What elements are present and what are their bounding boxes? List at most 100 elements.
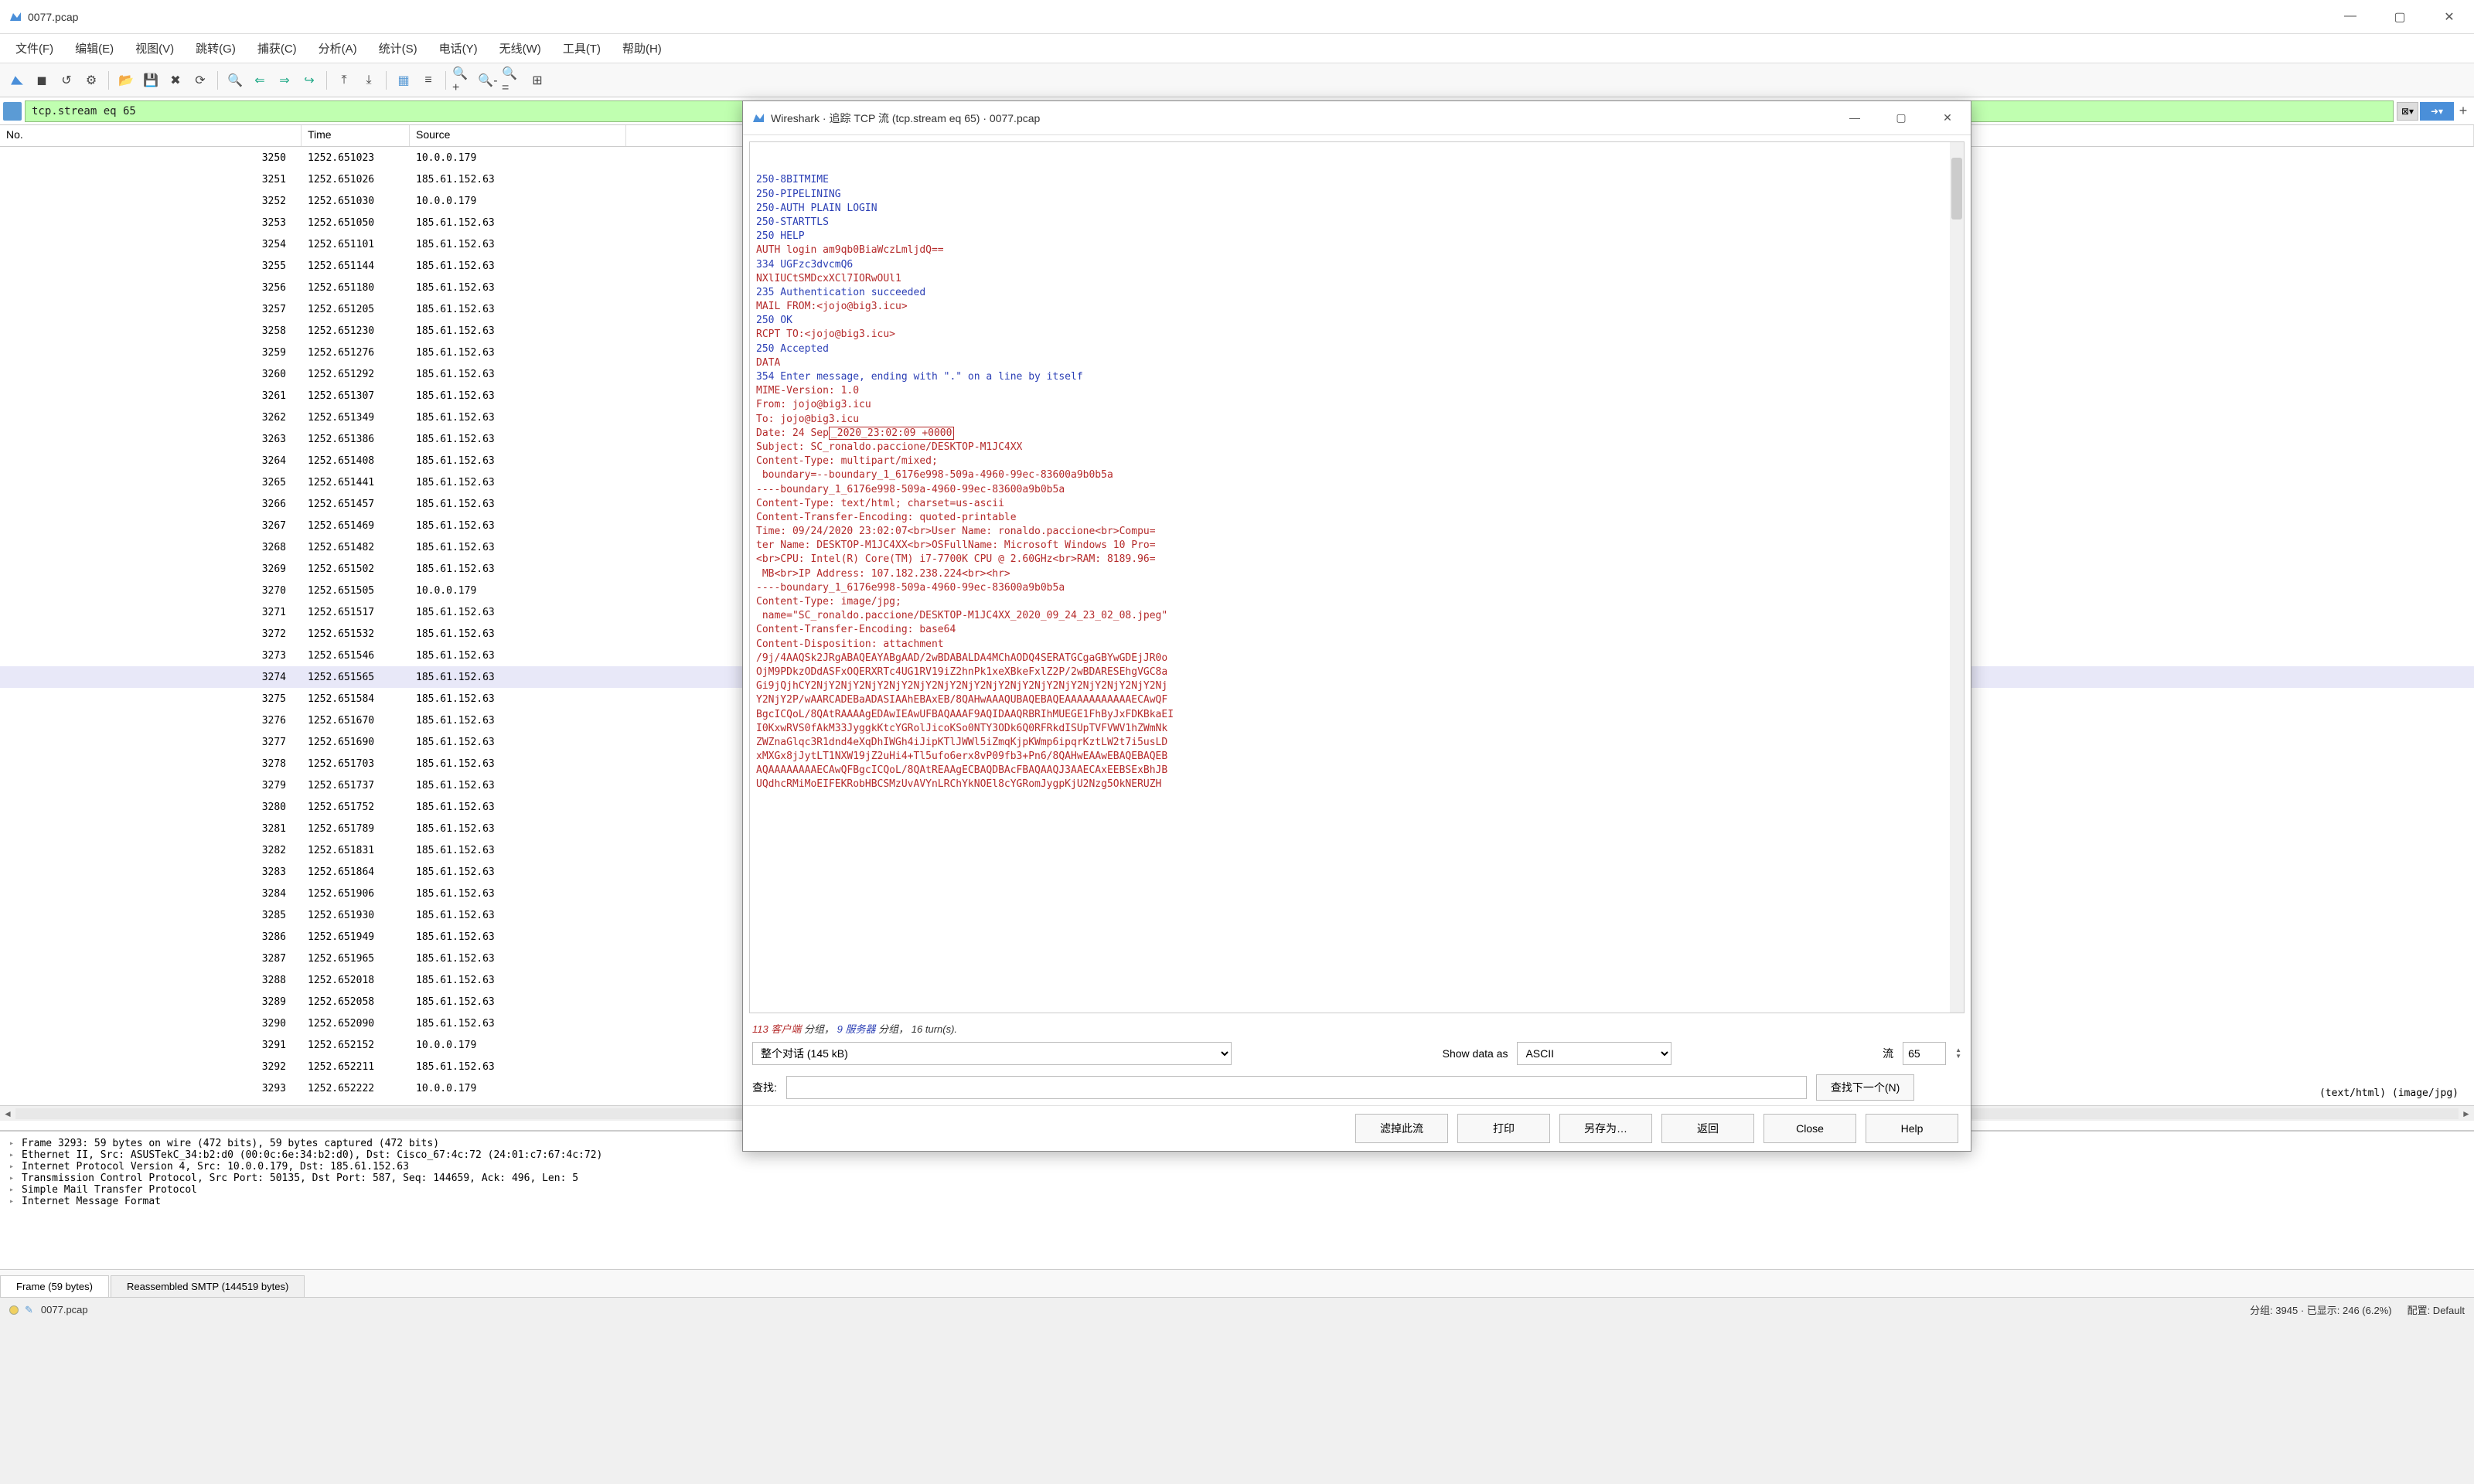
reload-icon[interactable]: ⟳ [189,70,211,91]
colorize-icon[interactable]: ≡ [417,70,439,91]
separator [108,71,109,90]
minimize-button[interactable]: — [2335,9,2366,25]
status-packets: 分组: 3945 · 已显示: 246 (6.2%) [2250,1302,2392,1317]
stream-number-input[interactable] [1903,1042,1946,1065]
scroll-thumb[interactable] [1951,158,1962,220]
stream-line: Date: 24 Sep_2020_23:02:09 +0000 [756,427,1958,441]
stream-line: From: jojo@big3.icu [756,398,1958,412]
window-controls: — ▢ ✕ [2335,9,2465,25]
stream-line: NXlIUCtSMDcxXCl7IORwOUl1 [756,272,1958,286]
go-forward-icon[interactable]: ⇒ [274,70,295,91]
header-source[interactable]: Source [410,125,626,146]
filter-out-button[interactable]: 滤掉此流 [1355,1114,1448,1143]
goto-last-icon[interactable]: ⤓ [358,70,380,91]
capture-file-comment-icon[interactable]: ✎ [25,1304,33,1316]
find-next-button[interactable]: 查找下一个(N) [1816,1074,1914,1101]
stream-summary: 113 客户端 分组， 9 服务器 分组， 16 turn(s). [743,1019,1971,1037]
menu-item-5[interactable]: 分析(A) [309,37,366,60]
wireshark-icon [9,11,22,23]
detail-line[interactable]: ▸Internet Protocol Version 4, Src: 10.0.… [9,1161,2465,1173]
filter-clear-button[interactable]: ⊠▾ [2397,102,2418,121]
go-back-icon[interactable]: ⇐ [249,70,271,91]
stream-line: Content-Transfer-Encoding: quoted-printa… [756,511,1958,525]
open-file-icon[interactable]: 📂 [115,70,137,91]
dialog-button-row: 滤掉此流 打印 另存为… 返回 Close Help [743,1105,1971,1151]
stream-spinner-arrows[interactable]: ▲▼ [1955,1047,1961,1060]
follow-tcp-stream-dialog: Wireshark · 追踪 TCP 流 (tcp.stream eq 65) … [742,100,1971,1152]
stream-line: Content-Transfer-Encoding: base64 [756,623,1958,637]
menu-item-10[interactable]: 帮助(H) [613,37,671,60]
status-profile[interactable]: 配置: Default [2408,1302,2465,1317]
print-button[interactable]: 打印 [1457,1114,1550,1143]
back-button[interactable]: 返回 [1661,1114,1754,1143]
auto-scroll-icon[interactable]: ▦ [393,70,414,91]
save-as-button[interactable]: 另存为… [1559,1114,1652,1143]
detail-line[interactable]: ▸Transmission Control Protocol, Src Port… [9,1173,2465,1184]
stream-line: MIME-Version: 1.0 [756,384,1958,398]
info-tail-text: (text/html) (image/jpg) [2319,1087,2459,1099]
goto-first-icon[interactable]: ⤒ [333,70,355,91]
menu-item-6[interactable]: 统计(S) [370,37,427,60]
conversation-selector[interactable]: 整个对话 (145 kB) [752,1042,1232,1065]
stream-line: Subject: SC_ronaldo.paccione/DESKTOP-M1J… [756,441,1958,454]
header-time[interactable]: Time [302,125,410,146]
tab-frame[interactable]: Frame (59 bytes) [0,1275,109,1297]
tab-reassembled-smtp[interactable]: Reassembled SMTP (144519 bytes) [111,1275,305,1297]
filter-add-button[interactable]: + [2455,103,2471,119]
stream-number-label: 流 [1883,1046,1893,1061]
maximize-button[interactable]: ▢ [2384,9,2415,25]
menu-item-3[interactable]: 跳转(G) [186,37,245,60]
close-button[interactable]: ✕ [2434,9,2465,25]
save-file-icon[interactable]: 💾 [140,70,162,91]
stream-line: RCPT TO:<jojo@big3.icu> [756,328,1958,342]
stream-line: 250-PIPELINING [756,188,1958,202]
stream-line: AQAAAAAAAAECAwQFBgcICQoL/8QAtREAAgECBAQD… [756,764,1958,778]
dialog-titlebar: Wireshark · 追踪 TCP 流 (tcp.stream eq 65) … [743,101,1971,135]
resize-columns-icon[interactable]: ⊞ [526,70,548,91]
zoom-reset-icon[interactable]: 🔍= [502,70,523,91]
show-as-selector[interactable]: ASCII [1517,1042,1671,1065]
detail-line[interactable]: ▸Simple Mail Transfer Protocol [9,1184,2465,1196]
close-file-icon[interactable]: ✖ [165,70,186,91]
menu-item-8[interactable]: 无线(W) [490,37,550,60]
detail-line[interactable]: ▸Internet Message Format [9,1196,2465,1207]
header-no[interactable]: No. [0,125,302,146]
summary-client-label: 客户端 [771,1023,801,1035]
restart-capture-icon[interactable]: ↺ [56,70,77,91]
zoom-out-icon[interactable]: 🔍- [477,70,499,91]
filter-apply-button[interactable]: ➜▾ [2420,102,2454,121]
stream-line: 250-8BITMIME [756,173,1958,187]
stream-line: ZWZnaGlqc3R1dnd4eXqDhIWGh4iJipKTlJWWl5iZ… [756,736,1958,750]
menu-item-4[interactable]: 捕获(C) [248,37,306,60]
find-icon[interactable]: 🔍 [224,70,246,91]
go-to-icon[interactable]: ↪ [298,70,320,91]
dialog-maximize-button[interactable]: ▢ [1887,111,1915,124]
stream-line: MAIL FROM:<jojo@big3.icu> [756,300,1958,314]
stream-line: Content-Type: image/jpg; [756,595,1958,609]
stream-content-view[interactable]: 250-8BITMIME250-PIPELINING250-AUTH PLAIN… [749,141,1965,1013]
options-icon[interactable]: ⚙ [80,70,102,91]
stream-line: 250 OK [756,314,1958,328]
dialog-minimize-button[interactable]: — [1841,111,1869,124]
shark-fin-icon[interactable] [6,70,28,91]
zoom-in-icon[interactable]: 🔍+ [452,70,474,91]
stream-line: Content-Type: multipart/mixed; [756,454,1958,468]
stop-capture-icon[interactable]: ◼ [31,70,53,91]
scroll-left-icon[interactable]: ◄ [0,1108,15,1119]
filter-bookmark-icon[interactable] [3,102,22,121]
stream-line: DATA [756,356,1958,370]
menu-item-0[interactable]: 文件(F) [6,37,63,60]
close-dialog-button[interactable]: Close [1763,1114,1856,1143]
scroll-right-icon[interactable]: ► [2459,1108,2474,1119]
summary-client-count: 113 [752,1023,768,1035]
stream-scrollbar[interactable] [1950,142,1964,1013]
menu-item-9[interactable]: 工具(T) [554,37,610,60]
expert-info-led-icon[interactable] [9,1305,19,1315]
menu-item-7[interactable]: 电话(Y) [430,37,487,60]
dialog-close-button[interactable]: ✕ [1934,111,1961,124]
menu-item-1[interactable]: 编辑(E) [66,37,123,60]
find-input[interactable] [786,1076,1807,1099]
stream-line: ter Name: DESKTOP-M1JC4XX<br>OSFullName:… [756,539,1958,553]
menu-item-2[interactable]: 视图(V) [126,37,183,60]
help-button[interactable]: Help [1866,1114,1958,1143]
